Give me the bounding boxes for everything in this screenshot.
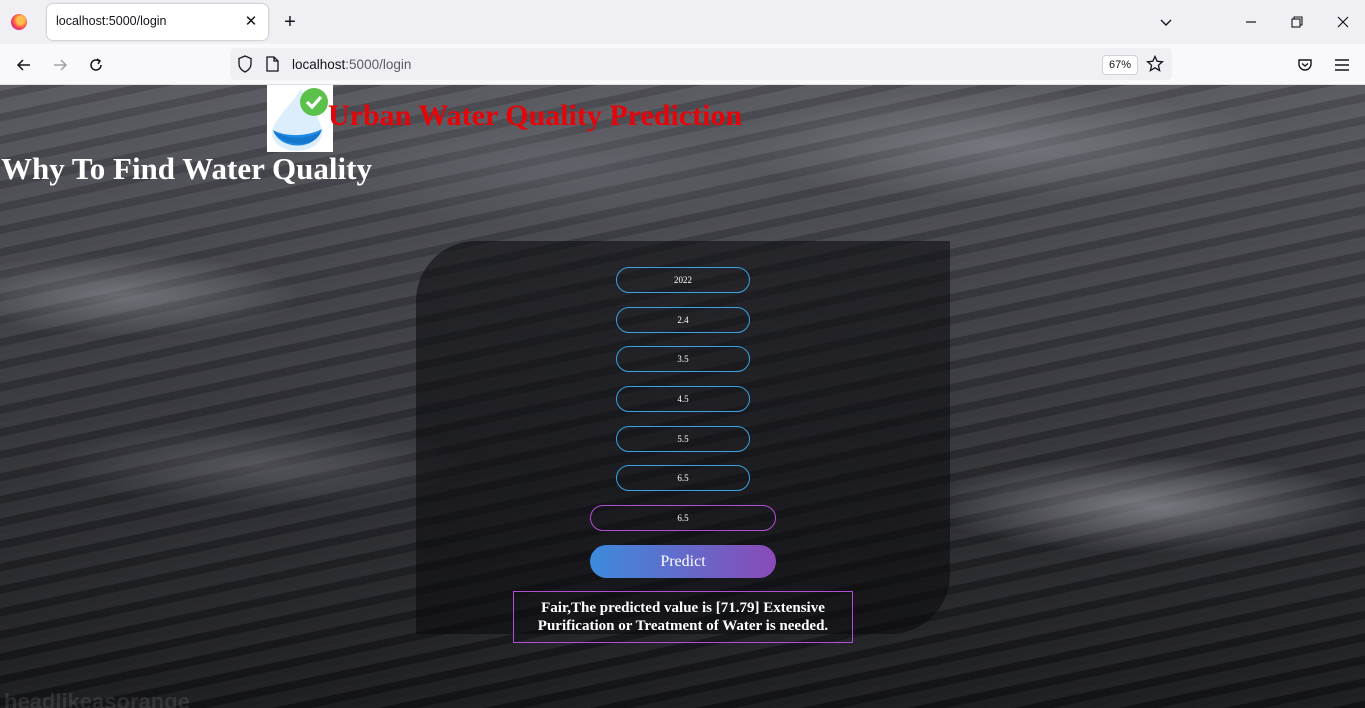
restore-icon[interactable]: [1284, 9, 1310, 35]
new-tab-icon[interactable]: +: [279, 11, 301, 33]
prediction-result-text: Fair,The predicted value is [71.79] Exte…: [513, 591, 853, 643]
page-viewport: Urban Water Quality Prediction Why To Fi…: [0, 85, 1365, 708]
firefox-logo-icon[interactable]: [11, 14, 27, 30]
browser-nav-bar: localhost:5000/login 67%: [0, 44, 1365, 85]
shield-icon[interactable]: [237, 55, 253, 78]
browser-tab[interactable]: localhost:5000/login ✕: [47, 4, 268, 40]
parameter-input-3[interactable]: [616, 346, 750, 372]
parameter-input-7-focused[interactable]: [590, 505, 776, 531]
forward-arrow-icon[interactable]: [47, 52, 73, 78]
parameter-input-4[interactable]: [616, 386, 750, 412]
parameter-input-6[interactable]: [616, 465, 750, 491]
app-title: Urban Water Quality Prediction: [328, 99, 743, 132]
footer-faded-text: headlikeasorange: [4, 689, 190, 708]
minimize-icon[interactable]: [1238, 9, 1264, 35]
tab-title: localhost:5000/login: [56, 14, 167, 28]
zoom-level-badge[interactable]: 67%: [1102, 55, 1139, 75]
water-drop-logo-icon: [267, 85, 333, 152]
back-arrow-icon[interactable]: [11, 52, 37, 78]
page-info-icon[interactable]: [266, 56, 279, 77]
parameter-input-2[interactable]: [616, 307, 750, 333]
address-bar[interactable]: localhost:5000/login 67%: [230, 48, 1172, 80]
browser-tab-bar: localhost:5000/login ✕ +: [0, 0, 1365, 44]
url-text[interactable]: localhost:5000/login: [292, 57, 411, 72]
bookmark-star-icon[interactable]: [1146, 54, 1164, 78]
pocket-icon[interactable]: [1292, 52, 1318, 78]
predict-button[interactable]: Predict: [590, 545, 776, 578]
subtitle-link[interactable]: Why To Find Water Quality: [1, 151, 372, 187]
tab-list-chevron-icon[interactable]: [1153, 9, 1179, 35]
tab-close-icon[interactable]: ✕: [240, 10, 262, 32]
hamburger-menu-icon[interactable]: [1329, 52, 1355, 78]
window-close-icon[interactable]: [1330, 9, 1356, 35]
year-input[interactable]: [616, 267, 750, 293]
reload-icon[interactable]: [83, 52, 109, 78]
parameter-input-5[interactable]: [616, 426, 750, 452]
